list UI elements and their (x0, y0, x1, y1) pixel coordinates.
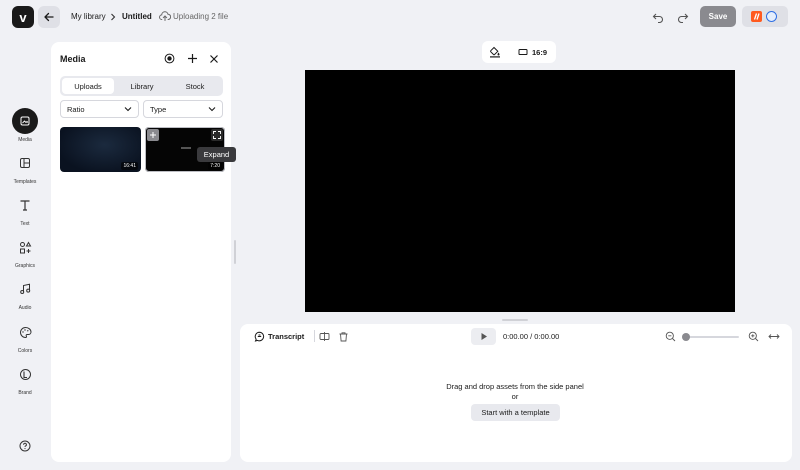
duration-badge: 7:20 (208, 162, 222, 170)
zoom-in-icon[interactable] (748, 331, 759, 342)
nav-media[interactable]: Media (10, 108, 40, 143)
nav-brand[interactable]: Brand (10, 361, 40, 396)
play-button[interactable] (471, 328, 496, 345)
save-button[interactable]: Save (700, 6, 736, 27)
vimeo-logo[interactable]: v (12, 6, 34, 28)
duration-badge: 16:41 (121, 162, 138, 170)
nav-label: Media (18, 137, 32, 143)
text-icon (12, 192, 38, 218)
audio-icon (12, 276, 38, 302)
nav-templates[interactable]: Templates (10, 150, 40, 185)
video-canvas[interactable] (305, 70, 735, 312)
nav-label: Audio (18, 305, 32, 311)
ratio-dropdown-value: Ratio (67, 104, 85, 114)
type-dropdown[interactable]: Type (143, 100, 223, 118)
background-fill-icon[interactable] (489, 46, 501, 58)
ratio-dropdown[interactable]: Ratio (60, 100, 139, 118)
play-icon (481, 333, 487, 340)
plus-icon (150, 132, 156, 138)
chevron-down-icon (124, 107, 132, 112)
redo-icon[interactable] (677, 11, 689, 23)
help-icon[interactable] (19, 440, 31, 452)
nav-text[interactable]: Text (10, 192, 40, 227)
back-button[interactable] (38, 6, 60, 28)
nav-audio[interactable]: Audio (10, 276, 40, 311)
cloud-upload-icon (159, 11, 171, 21)
breadcrumb-my-library[interactable]: My library (71, 12, 106, 21)
panel-resize-handle[interactable] (234, 240, 236, 264)
aspect-ratio-label[interactable]: 16:9 (532, 48, 547, 57)
project-title[interactable]: Untitled (122, 12, 152, 21)
tab-library[interactable]: Library (116, 78, 168, 94)
nav-label: Text (20, 221, 30, 227)
aspect-ratio-icon[interactable] (518, 47, 528, 57)
undo-icon[interactable] (652, 11, 664, 23)
type-dropdown-value: Type (150, 104, 167, 114)
account-avatar-icon (766, 11, 777, 22)
tab-stock[interactable]: Stock (169, 78, 221, 94)
record-icon[interactable] (164, 53, 175, 64)
transcript-button[interactable]: Transcript (268, 332, 304, 341)
media-thumbnail[interactable]: 16:41 (60, 127, 141, 172)
nav-label: Brand (18, 390, 32, 396)
nav-label: Templates (13, 179, 37, 185)
chevron-down-icon (208, 107, 216, 112)
add-to-timeline-button[interactable] (147, 129, 159, 141)
or-divider-text: or (511, 392, 519, 401)
transcript-icon (254, 331, 265, 342)
close-icon[interactable] (209, 54, 219, 64)
colors-icon (12, 319, 38, 345)
apps-menu-button[interactable] (742, 6, 788, 27)
expand-tooltip: Expand (197, 147, 236, 162)
zoom-slider-handle[interactable] (682, 333, 690, 341)
zoom-slider[interactable] (683, 336, 739, 338)
nav-colors[interactable]: Colors (10, 319, 40, 354)
split-icon[interactable] (319, 331, 330, 342)
chevron-right-icon (111, 13, 116, 21)
graphics-icon (12, 234, 38, 260)
toolbar-divider (314, 330, 315, 342)
thumbnail-content (181, 147, 191, 149)
trash-icon[interactable] (338, 331, 349, 342)
playback-time: 0:00.00 / 0:00.00 (503, 332, 560, 341)
arrow-left-icon (44, 12, 54, 22)
timeline-resize-handle[interactable] (502, 319, 528, 321)
add-icon[interactable] (187, 53, 198, 64)
nav-label: Graphics (14, 263, 35, 269)
canvas-toolbar: 16:9 (482, 41, 556, 63)
start-with-template-button[interactable]: Start with a template (471, 404, 560, 421)
templates-icon (12, 150, 38, 176)
fit-width-icon[interactable] (768, 331, 780, 342)
media-icon (12, 108, 38, 134)
expand-button[interactable] (211, 129, 223, 141)
upload-status: Uploading 2 file (173, 12, 229, 21)
media-tabs: Uploads Library Stock (60, 76, 223, 96)
zoom-out-icon[interactable] (665, 331, 676, 342)
panel-title: Media (60, 54, 86, 64)
tab-uploads[interactable]: Uploads (62, 78, 114, 94)
brand-icon (12, 361, 38, 387)
app-logo-icon (751, 11, 762, 22)
empty-timeline-message: Drag and drop assets from the side panel (446, 382, 584, 391)
nav-graphics[interactable]: Graphics (10, 234, 40, 269)
expand-icon (213, 131, 221, 139)
nav-label: Colors (17, 348, 33, 354)
